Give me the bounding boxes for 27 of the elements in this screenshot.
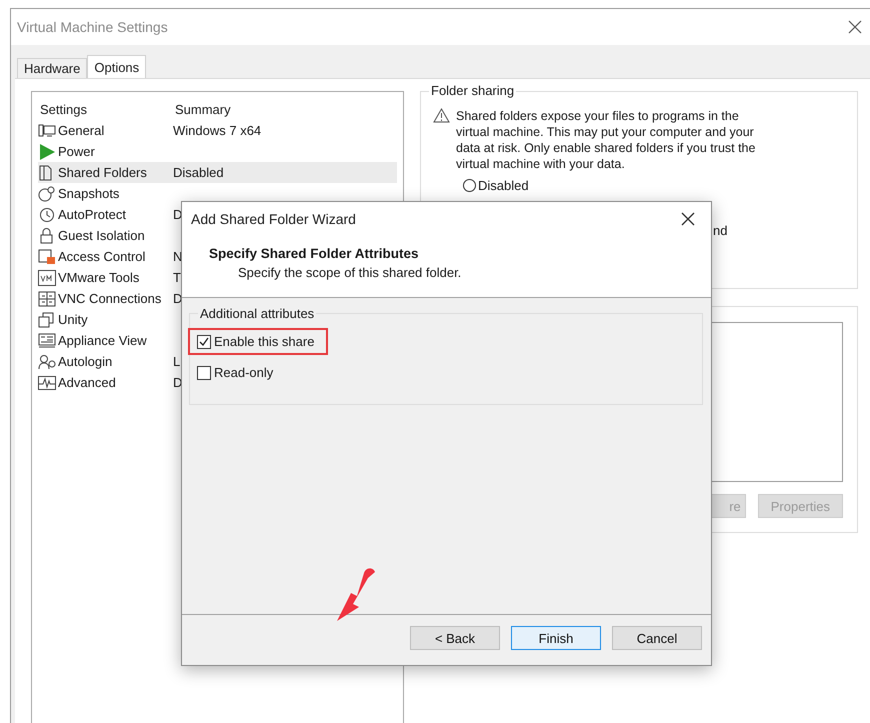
setting-summary: Windows 7 x64 xyxy=(173,123,262,138)
setting-name: Snapshots xyxy=(58,186,120,201)
group-title: Additional attributes xyxy=(198,306,316,321)
dialog-title: Add Shared Folder Wizard xyxy=(191,211,356,227)
setting-name: Guest Isolation xyxy=(58,228,145,243)
setting-name: AutoProtect xyxy=(58,207,126,222)
setting-name: VNC Connections xyxy=(58,291,162,306)
setting-name: Unity xyxy=(58,312,88,327)
setting-name: VMware Tools xyxy=(58,270,140,285)
setting-name: Access Control xyxy=(58,249,146,264)
setting-name: Shared Folders xyxy=(58,165,147,180)
setting-name: Power xyxy=(58,144,95,159)
setting-name: Autologin xyxy=(58,354,112,369)
setting-summary: T xyxy=(173,270,181,285)
column-header: Settings xyxy=(39,102,88,116)
option-label: nd xyxy=(713,223,728,238)
window-title: Virtual Machine Settings xyxy=(17,19,168,35)
column-header: Summary xyxy=(174,102,232,116)
group-title: Folder sharing xyxy=(429,83,516,98)
warning-text: Shared folders expose your files to programs in the virtual machine. This may put your computer and your data at risk. Only enable shared folders if you trust the virtual machine with your data. xyxy=(456,108,756,172)
wizard-subheading: Specify the scope of this shared folder. xyxy=(237,265,462,280)
wizard-heading: Specify Shared Folder Attributes xyxy=(209,246,420,261)
setting-name: Advanced xyxy=(58,375,116,390)
setting-summary: Disabled xyxy=(173,165,224,180)
setting-name: Appliance View xyxy=(58,333,147,348)
setting-summary: L xyxy=(173,354,180,369)
setting-name: General xyxy=(58,123,104,138)
